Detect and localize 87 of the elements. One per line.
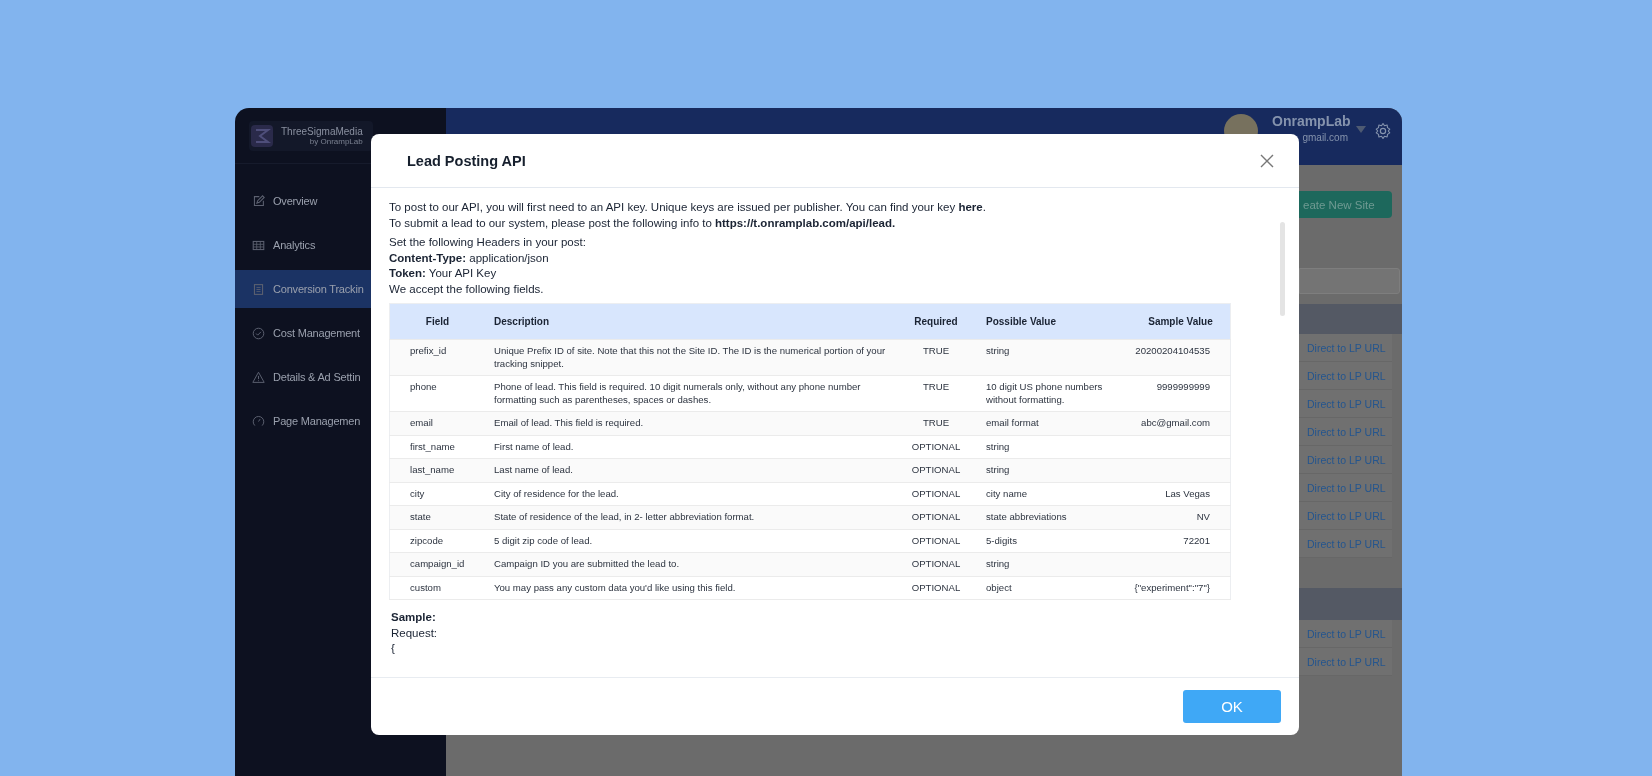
table-cell: city [389, 482, 486, 506]
table-cell: TRUE [898, 411, 974, 435]
modal-title: Lead Posting API [407, 152, 526, 169]
table-cell: First name of lead. [486, 435, 898, 459]
table-cell: email format [974, 411, 1130, 435]
sample-heading: Sample: [391, 610, 437, 625]
table-cell: OPTIONAL [898, 576, 974, 600]
check-circle-icon [252, 326, 265, 340]
table-cell: OPTIONAL [898, 505, 974, 529]
settings-icon[interactable] [1374, 122, 1392, 140]
table-cell: zipcode [389, 529, 486, 553]
lp-url-link[interactable]: Direct to LP URL [1307, 369, 1386, 382]
user-name: OnrampLab [1272, 114, 1348, 129]
table-cell: State of residence of the lead, in 2- letter abbreviation format. [486, 505, 898, 529]
table-cell: Email of lead. This field is required. [486, 411, 898, 435]
table-cell: OPTIONAL [898, 529, 974, 553]
table-cell: OPTIONAL [898, 458, 974, 482]
table-cell: state abbreviations [974, 505, 1130, 529]
table-cell: OPTIONAL [898, 435, 974, 459]
table-cell: string [974, 552, 1130, 576]
user-email: gmail.com [1302, 132, 1348, 143]
table-cell: OPTIONAL [898, 552, 974, 576]
table-cell: {"experiment":"7"} [1130, 576, 1231, 600]
lp-url-link[interactable]: Direct to LP URL [1307, 481, 1386, 494]
lp-url-link[interactable]: Direct to LP URL [1307, 655, 1386, 668]
table-cell: 10 digit US phone numbers without formatting. [974, 375, 1130, 412]
column-header: Possible Value [974, 303, 1130, 340]
table-cell: Last name of lead. [486, 458, 898, 482]
table-cell: string [974, 435, 1130, 459]
lp-url-link[interactable]: Direct to LP URL [1307, 509, 1386, 522]
table-cell: 5 digit zip code of lead. [486, 529, 898, 553]
table-cell: custom [389, 576, 486, 600]
search-field[interactable] [1299, 268, 1400, 294]
table-cell: object [974, 576, 1130, 600]
column-header: Field [389, 303, 486, 340]
lp-url-link[interactable]: Direct to LP URL [1307, 397, 1386, 410]
table-cell: Unique Prefix ID of site. Note that this not the Site ID. The ID is the numerical portion of your tracking snippet. [486, 339, 898, 376]
grid-icon [252, 238, 265, 252]
table-cell: phone [389, 375, 486, 412]
table-cell: 9999999999 [1130, 375, 1231, 412]
table-cell: state [389, 505, 486, 529]
header-info-text: Content-Type: application/json [389, 250, 550, 266]
brand-tagline: by OnrampLab [309, 136, 363, 146]
column-header: Description [486, 303, 898, 340]
lp-url-link[interactable]: Direct to LP URL [1307, 341, 1386, 354]
ok-button[interactable]: OK [1183, 690, 1281, 723]
edit-icon [252, 194, 265, 208]
sample-text: { [391, 641, 396, 656]
table-cell: TRUE [898, 375, 974, 412]
column-header: Required [898, 303, 974, 340]
table-cell: string [974, 458, 1130, 482]
lp-url-link[interactable]: Direct to LP URL [1307, 627, 1386, 640]
table-cell: 72201 [1130, 529, 1231, 553]
table-cell: campaign_id [389, 552, 486, 576]
create-site-button[interactable]: eate New Site [1299, 191, 1392, 218]
close-icon[interactable] [1259, 152, 1275, 169]
sample-text: Request: [391, 625, 439, 641]
lp-url-link[interactable]: Direct to LP URL [1307, 425, 1386, 438]
table-cell: city name [974, 482, 1130, 506]
table-cell: Phone of lead. This field is required. 10 digit numerals only, without any phone number formatting such as parentheses, spaces or dashes. [486, 375, 898, 412]
table-cell: NV [1130, 505, 1231, 529]
header-info-text: Set the following Headers in your post: [389, 235, 587, 250]
table-cell: abc@gmail.com [1130, 411, 1231, 435]
scrollbar-thumb[interactable] [1280, 222, 1285, 316]
logo-icon [251, 124, 273, 147]
document-icon [252, 282, 265, 296]
table-cell: first_name [389, 435, 486, 459]
table-cell: Las Vegas [1130, 482, 1231, 506]
gauge-icon [252, 414, 265, 428]
intro-text: To post to our API, you will first need to an API key. Unique keys are issued per publisher. You can find your key here. [389, 200, 987, 215]
table-cell: prefix_id [389, 339, 486, 376]
intro-text: To submit a lead to our system, please post the following info to https://t.onramplab.com/api/lead. [389, 215, 897, 231]
table-cell: City of residence for the lead. [486, 482, 898, 506]
table-cell: 20200204104535 [1130, 339, 1231, 376]
table-cell: email [389, 411, 486, 435]
warning-icon [252, 370, 265, 384]
table-cell: string [974, 339, 1130, 376]
table-cell: Campaign ID you are submitted the lead to. [486, 552, 898, 576]
brand-name: ThreeSigmaMedia [281, 125, 363, 137]
column-header: Sample Value [1130, 303, 1231, 340]
table-cell: TRUE [898, 339, 974, 376]
table-cell: OPTIONAL [898, 482, 974, 506]
table-cell: 5-digits [974, 529, 1130, 553]
lp-url-link[interactable]: Direct to LP URL [1307, 537, 1386, 550]
table-cell: You may pass any custom data you'd like using this field. [486, 576, 898, 600]
table-cell: last_name [389, 458, 486, 482]
lp-url-link[interactable]: Direct to LP URL [1307, 453, 1386, 466]
